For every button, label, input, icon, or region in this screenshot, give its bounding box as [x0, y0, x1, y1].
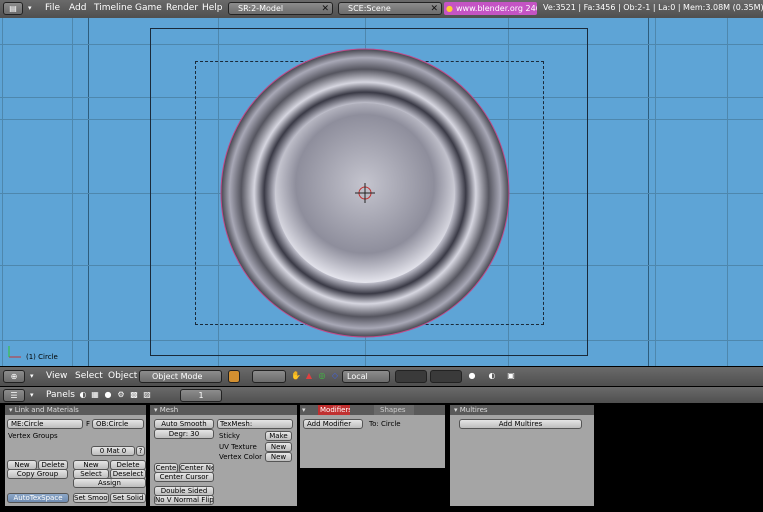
rotate-manipulator-icon[interactable]: ◎	[316, 370, 328, 382]
link-materials-panel: ▾ Link and Materials ME:Circle F OB:Circ…	[5, 405, 146, 506]
blender-url-badge[interactable]: ● www.blender.org 246	[444, 2, 537, 15]
shapes-tab[interactable]: Shapes	[374, 405, 414, 415]
mesh-panel: ▾ Mesh Auto Smooth Degr: 30 TexMesh: Sti…	[150, 405, 297, 506]
render-opengl-icon[interactable]: ◐	[486, 370, 498, 382]
shading-selector[interactable]	[252, 370, 286, 383]
texmesh-field[interactable]: TexMesh:	[217, 419, 293, 429]
uv-texture-new-button[interactable]: New	[265, 442, 292, 452]
3d-view-header: ⊕ ▾ View Select Object Object Mode ✋ ▲ ◎…	[0, 367, 763, 386]
script-context-icon[interactable]: ▦	[90, 389, 100, 401]
add-modifier-button[interactable]: Add Modifier	[303, 419, 363, 429]
menu-file[interactable]: File	[45, 3, 60, 13]
transform-orientation-selector[interactable]: Local	[342, 370, 390, 383]
material-help-button[interactable]: ?	[136, 446, 145, 456]
scene-selector[interactable]: SCE:Scene ✕	[338, 2, 442, 15]
menu-object[interactable]: Object	[108, 371, 137, 381]
no-v-normal-flip-toggle[interactable]: No V Normal Flip	[154, 495, 214, 505]
vertex-color-new-button[interactable]: New	[265, 452, 292, 462]
blender-logo-icon: ●	[446, 4, 453, 13]
vertex-groups-label: Vertex Groups	[8, 432, 58, 440]
fake-user-toggle[interactable]: F	[86, 420, 90, 428]
blender-window: ▤ ▾ File Add Timeline Game Render Help S…	[0, 0, 763, 512]
material-index-field[interactable]: 0 Mat 0	[91, 446, 135, 456]
menu-add[interactable]: Add	[69, 3, 86, 13]
3d-viewport[interactable]: (1) Circle	[0, 18, 763, 366]
modifiers-panel-header: ▾ Modifiers Shapes	[300, 405, 445, 415]
set-smooth-button[interactable]: Set Smoot	[73, 493, 109, 503]
menu-game[interactable]: Game	[135, 3, 162, 13]
panels-menu[interactable]: Panels	[46, 390, 75, 400]
circle-mesh-object[interactable]	[220, 48, 510, 338]
link-panel-header[interactable]: ▾ Link and Materials	[5, 405, 146, 415]
screen-field-label: SR:2-Model	[238, 4, 284, 13]
active-object-label: (1) Circle	[26, 353, 58, 361]
menu-select[interactable]: Select	[75, 371, 103, 381]
menu-render[interactable]: Render	[166, 3, 198, 13]
modifiers-tab[interactable]: Modifiers	[318, 405, 350, 415]
buttons-editor-type-icon[interactable]: ☰	[3, 389, 25, 402]
translate-manipulator-icon[interactable]: ▲	[303, 370, 315, 382]
sticky-make-button[interactable]: Make	[265, 431, 292, 441]
buttons-window-header: ☰ ▾ Panels ◐ ▦ ● ⚙ ▩ ▨ 1	[0, 387, 763, 403]
copy-group-button[interactable]: Copy Group	[7, 469, 68, 479]
blender-url: www.blender.org 246	[456, 4, 537, 13]
logic-context-icon[interactable]: ◐	[78, 389, 88, 401]
editor-type-icon[interactable]: ▤	[3, 2, 23, 15]
shading-context-icon[interactable]: ●	[103, 389, 113, 401]
degree-field[interactable]: Degr: 30	[154, 429, 214, 439]
render-anim-icon[interactable]: ▣	[505, 370, 517, 382]
vertex-color-label: Vertex Color	[219, 453, 263, 461]
uv-texture-label: UV Texture	[219, 443, 257, 451]
add-multires-button[interactable]: Add Multires	[459, 419, 582, 429]
object-name-field[interactable]: OB:Circle	[92, 419, 144, 429]
scene-stats: Ve:3521 | Fa:3456 | Ob:2-1 | La:0 | Mem:…	[543, 3, 763, 12]
screen-selector[interactable]: SR:2-Model ✕	[228, 2, 333, 15]
multires-panel-header[interactable]: ▾ Multires	[450, 405, 594, 415]
center-cursor-button[interactable]: Center Cursor	[154, 472, 214, 482]
link-panel-title: Link and Materials	[14, 406, 79, 414]
mesh-panel-header[interactable]: ▾ Mesh	[150, 405, 297, 415]
mesh-panel-title: Mesh	[159, 406, 179, 414]
frame-number: 1	[198, 391, 204, 400]
menu-timeline[interactable]: Timeline	[94, 3, 132, 13]
mode-selector[interactable]: Object Mode	[139, 370, 222, 383]
autotexspace-toggle[interactable]: AutoTexSpace	[7, 493, 69, 503]
lock-layers-icon[interactable]: ●	[466, 370, 478, 382]
set-solid-button[interactable]: Set Solid	[110, 493, 146, 503]
menu-help[interactable]: Help	[202, 3, 223, 13]
layer-buttons-2[interactable]	[430, 370, 462, 383]
modifier-target-label: To: Circle	[369, 420, 401, 428]
modifiers-panel: ▾ Modifiers Shapes Add Modifier To: Circ…	[300, 405, 445, 468]
close-scene-icon[interactable]: ✕	[430, 4, 438, 14]
assign-material-button[interactable]: Assign	[73, 478, 146, 488]
menu-view[interactable]: View	[46, 371, 67, 381]
view-collapse-icon[interactable]: ▾	[30, 370, 34, 382]
axis-gizmo-icon	[8, 346, 21, 358]
draw-type-icon[interactable]	[228, 370, 240, 383]
close-screen-icon[interactable]: ✕	[321, 4, 329, 14]
multires-panel-title: Multires	[459, 406, 488, 414]
multires-panel: ▾ Multires Add Multires	[450, 405, 594, 506]
scene-context-icon[interactable]: ▨	[142, 389, 152, 401]
layer-buttons-1[interactable]	[395, 370, 427, 383]
hand-grab-icon[interactable]: ✋	[290, 370, 302, 382]
collapse-menu-icon[interactable]: ▾	[28, 2, 32, 14]
buttons-collapse-icon[interactable]: ▾	[30, 389, 34, 401]
sticky-label: Sticky	[219, 432, 240, 440]
mesh-name-field[interactable]: ME:Circle	[7, 419, 83, 429]
top-menu-bar: ▤ ▾ File Add Timeline Game Render Help S…	[0, 0, 763, 18]
scale-manipulator-icon[interactable]: ◇	[329, 370, 341, 382]
view-editor-type-icon[interactable]: ⊕	[3, 370, 25, 383]
object-context-icon[interactable]: ⚙	[116, 389, 126, 401]
auto-smooth-toggle[interactable]: Auto Smooth	[154, 419, 214, 429]
editing-context-icon[interactable]: ▩	[129, 389, 139, 401]
scene-field-label: SCE:Scene	[348, 4, 391, 13]
frame-number-field[interactable]: 1	[180, 389, 222, 402]
